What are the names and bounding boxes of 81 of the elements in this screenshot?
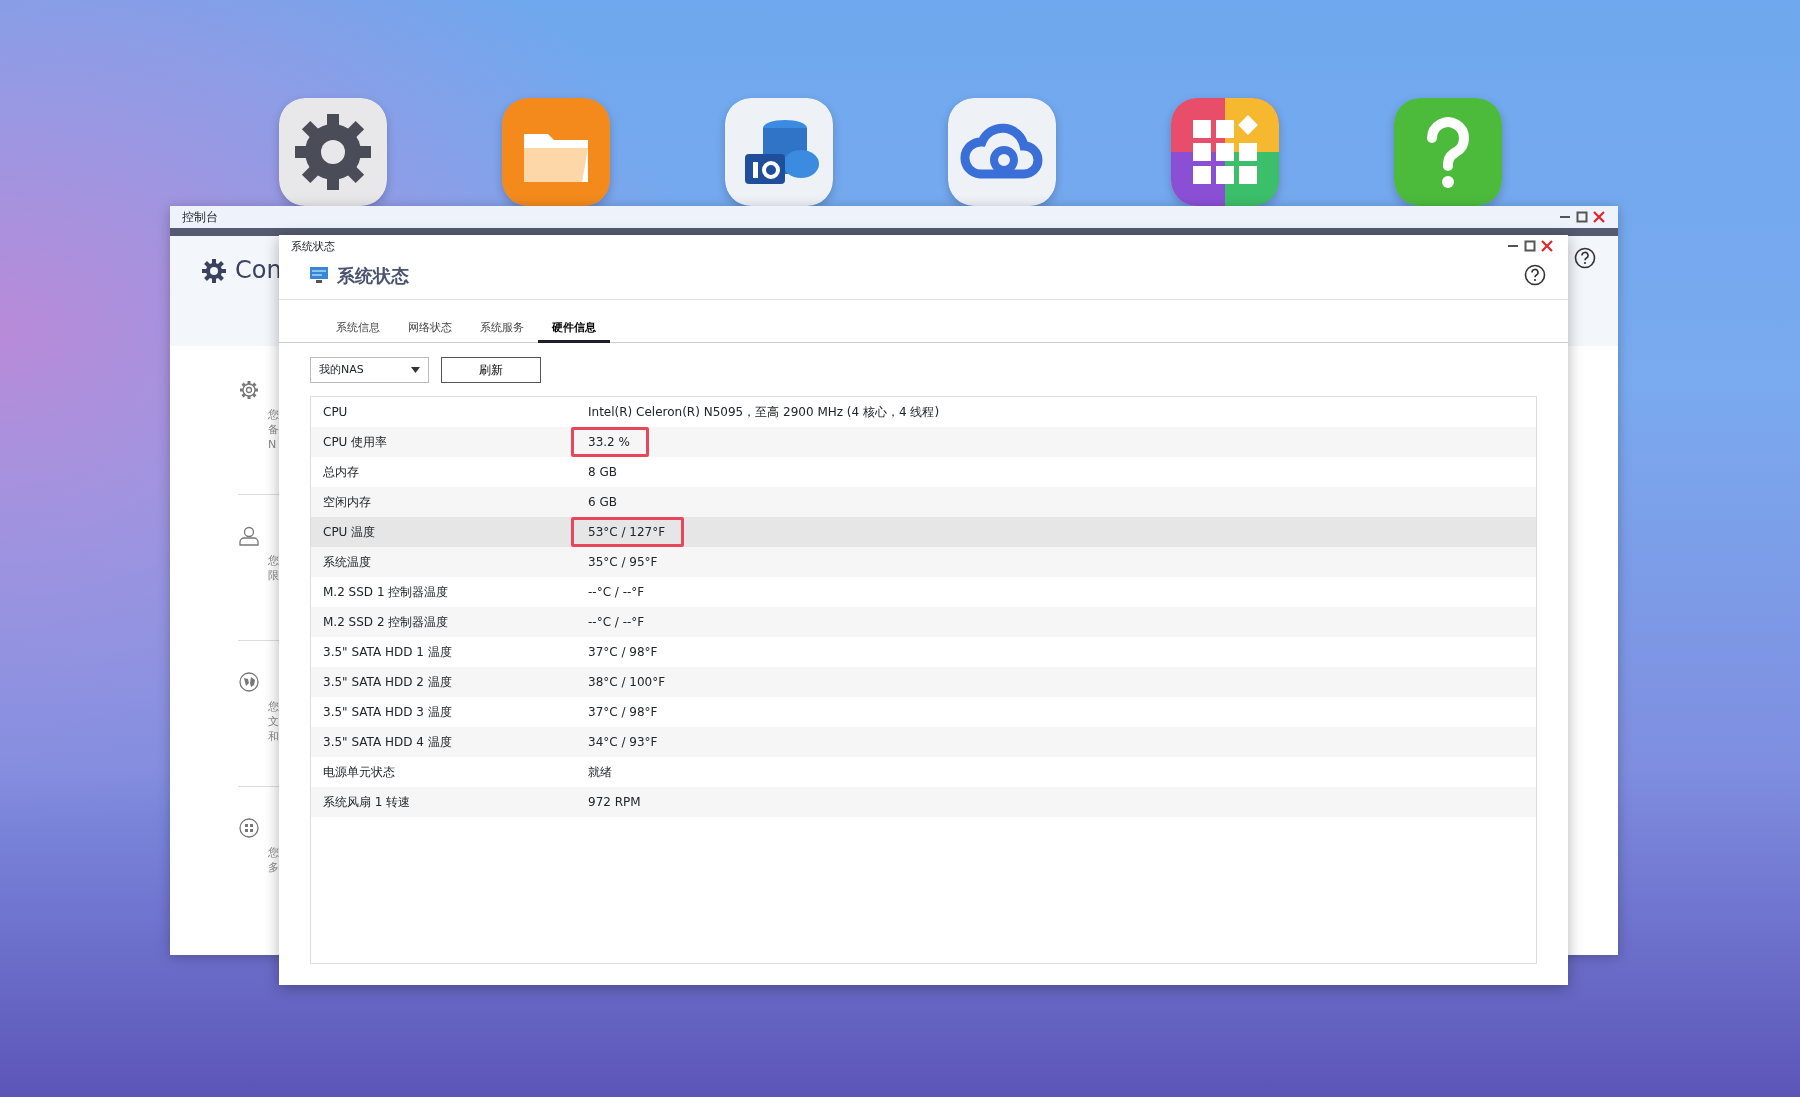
maximize-icon[interactable] xyxy=(1523,239,1537,253)
gear-icon xyxy=(238,379,260,401)
table-row[interactable]: 电源单元状态 就绪 xyxy=(311,757,1536,787)
tab[interactable]: 网络状态 xyxy=(394,317,466,343)
section-description: N xyxy=(268,437,278,452)
table-cell: 3.5" SATA HDD 3 温度 xyxy=(323,705,452,719)
close-icon[interactable] xyxy=(1592,210,1606,224)
maximize-icon[interactable] xyxy=(1575,210,1589,224)
caret-icon xyxy=(411,367,420,373)
database-icon[interactable] xyxy=(725,98,833,206)
help-icon[interactable] xyxy=(1524,264,1546,286)
section-description: 备 xyxy=(268,422,279,437)
highlighted-value: 33.2 % xyxy=(571,427,649,457)
table-cell-text: 8 GB xyxy=(587,464,618,481)
tab[interactable]: 系统服务 xyxy=(466,317,538,343)
section-description: 文 xyxy=(268,714,279,729)
cloud-icon[interactable] xyxy=(948,98,1056,206)
page-heading: 系统状态 xyxy=(337,263,409,288)
table-row[interactable]: CPU Intel(R) Celeron(R) N5095，至高 2900 MHz (4 核心，4 线程) xyxy=(311,397,1536,427)
table-cell: 3.5" SATA HDD 2 温度 xyxy=(323,675,452,689)
device-dropdown[interactable]: 我的NAS xyxy=(310,357,429,383)
table-cell-text: Intel(R) Celeron(R) N5095，至高 2900 MHz (4 核心，4 线程) xyxy=(587,404,941,421)
monitor-icon xyxy=(309,266,329,284)
gear-icon[interactable] xyxy=(279,98,387,206)
table-cell: M.2 SSD 2 控制器温度 xyxy=(323,615,449,629)
section-description: 您 xyxy=(268,845,279,860)
selected-row[interactable]: CPU 温度 53°C / 127°F xyxy=(311,517,1536,547)
close-icon[interactable] xyxy=(1540,239,1554,253)
apps-icon xyxy=(238,817,260,839)
table-cell: 系统温度 xyxy=(323,555,371,569)
table-cell: CPU xyxy=(323,405,348,419)
page-heading: Con xyxy=(235,255,282,286)
table-row[interactable]: 空闲内存 6 GB xyxy=(311,487,1536,517)
window-title: 系统状态 xyxy=(291,239,335,255)
table-cell: M.2 SSD 1 控制器温度 xyxy=(323,585,449,599)
table-row[interactable]: 系统温度 35°C / 95°F xyxy=(311,547,1536,577)
tab[interactable]: 硬件信息 xyxy=(538,317,610,343)
table-row[interactable]: M.2 SSD 1 控制器温度 --°C / --°F xyxy=(311,577,1536,607)
table-cell-text: --°C / --°F xyxy=(587,584,646,601)
table-cell-text: 37°C / 98°F xyxy=(587,644,659,661)
user-icon xyxy=(238,525,260,547)
section-description: 您 xyxy=(268,699,279,714)
table-cell: 空闲内存 xyxy=(323,495,371,509)
settings-icon xyxy=(201,258,227,284)
highlighted-value: 53°C / 127°F xyxy=(571,517,685,547)
table-row[interactable]: 3.5" SATA HDD 2 温度 38°C / 100°F xyxy=(311,667,1536,697)
table-cell: 系统风扇 1 转速 xyxy=(323,795,411,809)
section-description: 您 xyxy=(268,553,279,568)
table-cell: 3.5" SATA HDD 1 温度 xyxy=(323,645,452,659)
table-cell: 电源单元状态 xyxy=(323,765,395,779)
table-cell-text: --°C / --°F xyxy=(587,614,646,631)
table-row[interactable]: 3.5" SATA HDD 1 温度 37°C / 98°F xyxy=(311,637,1536,667)
table-row[interactable]: M.2 SSD 2 控制器温度 --°C / --°F xyxy=(311,607,1536,637)
section-description: 和 xyxy=(268,729,279,744)
window-title: 控制台 xyxy=(182,209,218,226)
refresh-button[interactable]: 刷新 xyxy=(441,357,541,383)
table-cell: 总内存 xyxy=(323,465,359,479)
table-cell-text: 6 GB xyxy=(587,494,618,511)
table-row[interactable]: 总内存 8 GB xyxy=(311,457,1536,487)
tab[interactable]: 系统信息 xyxy=(322,317,394,343)
section-description: 您 xyxy=(268,407,279,422)
globe-icon xyxy=(238,671,260,693)
table-cell: CPU 温度 xyxy=(323,525,376,539)
help-icon[interactable] xyxy=(1574,247,1596,269)
table-cell-text: 972 RPM xyxy=(587,794,642,811)
table-cell-text: 34°C / 93°F xyxy=(587,734,659,751)
table-cell: 3.5" SATA HDD 4 温度 xyxy=(323,735,452,749)
table-cell-text: 35°C / 95°F xyxy=(587,554,659,571)
table-cell-text: 37°C / 98°F xyxy=(587,704,659,721)
folder-icon[interactable] xyxy=(502,98,610,206)
section-description: 限 xyxy=(268,568,279,583)
table-row[interactable]: 3.5" SATA HDD 4 温度 34°C / 93°F xyxy=(311,727,1536,757)
table-row[interactable]: CPU 使用率 33.2 % xyxy=(311,427,1536,457)
app-grid-icon[interactable] xyxy=(1171,98,1279,206)
table-cell: CPU 使用率 xyxy=(323,435,388,449)
table-cell-text: 38°C / 100°F xyxy=(587,674,667,691)
table-row[interactable]: 系统风扇 1 转速 972 RPM xyxy=(311,787,1536,817)
table-cell-text: 就绪 xyxy=(587,764,613,781)
question-mark-icon[interactable] xyxy=(1394,98,1502,206)
section-description: 多 xyxy=(268,860,279,875)
table-row[interactable]: 3.5" SATA HDD 3 温度 37°C / 98°F xyxy=(311,697,1536,727)
